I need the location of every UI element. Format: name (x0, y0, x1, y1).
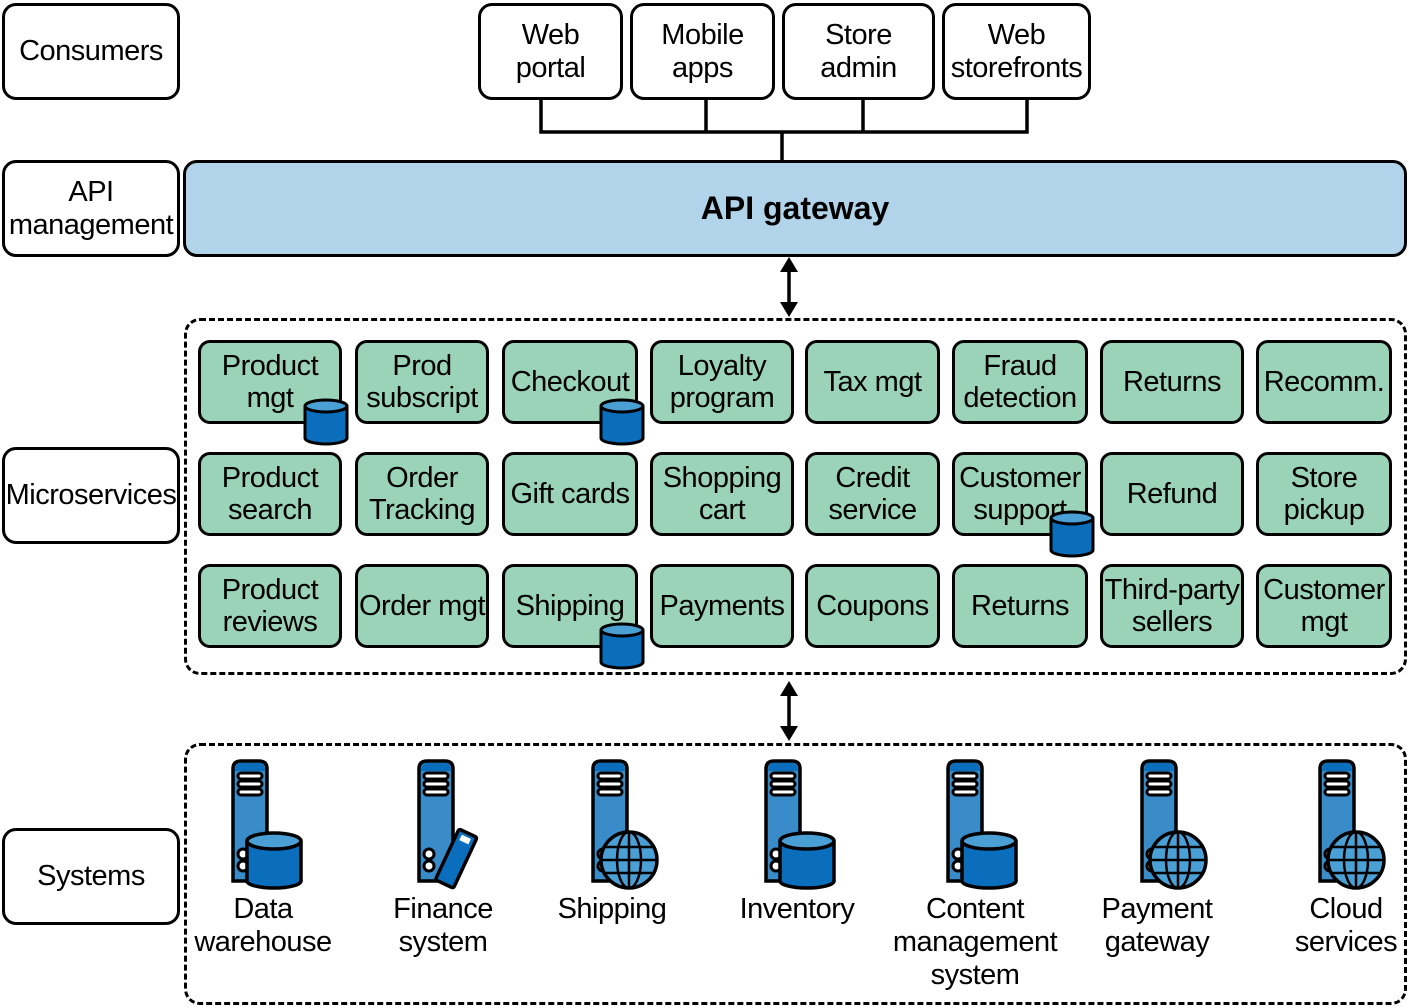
microservice-label: Coupons (816, 590, 929, 622)
database-icon (1049, 510, 1095, 558)
architecture-diagram: Consumers API management Microservices S… (0, 0, 1409, 1008)
microservice-coupons: Coupons (805, 564, 940, 648)
layer-consumers: Consumers (2, 3, 180, 100)
microservice-label: Order mgt (358, 590, 486, 622)
microservice-prod-subscript: Prod subscript (355, 340, 489, 424)
microservice-label: Payments (659, 590, 785, 622)
layer-systems: Systems (2, 828, 180, 925)
microservice-label: Product reviews (221, 574, 319, 638)
consumer-web-storefronts: Web storefronts (942, 3, 1091, 100)
microservice-label: Shopping cart (662, 462, 782, 526)
database-icon (303, 398, 349, 446)
microservice-label: Loyalty program (669, 350, 775, 414)
microservice-returns: Returns (1100, 340, 1244, 424)
server-database-icon (946, 759, 1018, 890)
server-usb-icon (417, 759, 479, 890)
system-label: Payment gateway (1101, 893, 1213, 958)
microservice-gift-cards: Gift cards (502, 452, 638, 536)
consumer-label: Store admin (820, 18, 897, 84)
api-gateway: API gateway (183, 160, 1407, 257)
server-database-icon (231, 759, 303, 890)
system-label: Content management system (892, 893, 1058, 991)
microservice-tax-mgt: Tax mgt (805, 340, 940, 424)
consumer-connector-lines (539, 100, 1029, 160)
consumer-label: Web portal (515, 18, 586, 84)
microservice-returns: Returns (952, 564, 1088, 648)
server-globe-icon (1318, 759, 1386, 890)
microservice-loyalty-program: Loyalty program (650, 340, 794, 424)
consumer-label: Mobile apps (661, 18, 744, 84)
microservice-customer-mgt: Customer mgt (1256, 564, 1392, 648)
globe (1326, 830, 1386, 890)
database-icon (599, 622, 645, 670)
microservice-payments: Payments (650, 564, 794, 648)
microservice-label: Third-party sellers (1104, 574, 1240, 638)
system-label: Data warehouse (194, 893, 332, 958)
microservice-label: Credit service (828, 462, 917, 526)
consumer-web-portal: Web portal (478, 3, 623, 100)
microservice-label: Gift cards (510, 478, 630, 510)
microservice-label: Customer mgt (1263, 574, 1385, 638)
system-label: Shipping (557, 893, 667, 925)
microservice-order-tracking: Order Tracking (355, 452, 489, 536)
microservice-label: Product search (221, 462, 319, 526)
layer-api-management: API management (2, 160, 180, 257)
layer-label: Consumers (19, 35, 163, 67)
api-gateway-label: API gateway (700, 190, 890, 226)
microservice-label: Prod subscript (366, 350, 478, 414)
layer-microservices: Microservices (2, 447, 180, 544)
system-label: Cloud services (1294, 893, 1398, 958)
globe (599, 830, 659, 890)
microservice-label: Shipping (515, 590, 625, 622)
consumer-mobile-apps: Mobile apps (630, 3, 775, 100)
consumer-store-admin: Store admin (782, 3, 935, 100)
microservice-product-reviews: Product reviews (198, 564, 342, 648)
system-label: Inventory (739, 893, 855, 925)
microservice-recomm: Recomm. (1256, 340, 1392, 424)
layer-label: API management (8, 175, 174, 241)
microservice-third-party-sellers: Third-party sellers (1100, 564, 1244, 648)
globe (1148, 830, 1208, 890)
microservice-label: Tax mgt (823, 366, 922, 398)
server-database-icon (764, 759, 836, 890)
consumer-label: Web storefronts (950, 18, 1083, 84)
microservice-label: Refund (1126, 478, 1218, 510)
microservice-shopping-cart: Shopping cart (650, 452, 794, 536)
microservice-order-mgt: Order mgt (355, 564, 489, 648)
layer-label: Microservices (5, 479, 177, 511)
microservice-credit-service: Credit service (805, 452, 940, 536)
server-globe-icon (1140, 759, 1208, 890)
microservice-store-pickup: Store pickup (1256, 452, 1392, 536)
database-icon (599, 398, 645, 446)
layer-label: Systems (37, 860, 145, 892)
microservice-fraud-detection: Fraud detection (952, 340, 1088, 424)
microservice-label: Checkout (510, 366, 630, 398)
system-label: Finance system (393, 893, 493, 958)
microservice-product-search: Product search (198, 452, 342, 536)
microservice-label: Fraud detection (963, 350, 1077, 414)
server-globe-icon (591, 759, 659, 890)
microservice-refund: Refund (1100, 452, 1244, 536)
microservice-label: Returns (970, 590, 1070, 622)
microservice-label: Recomm. (1263, 366, 1385, 398)
microservice-label: Order Tracking (368, 462, 476, 526)
microservice-label: Returns (1122, 366, 1222, 398)
microservice-label: Store pickup (1283, 462, 1365, 526)
